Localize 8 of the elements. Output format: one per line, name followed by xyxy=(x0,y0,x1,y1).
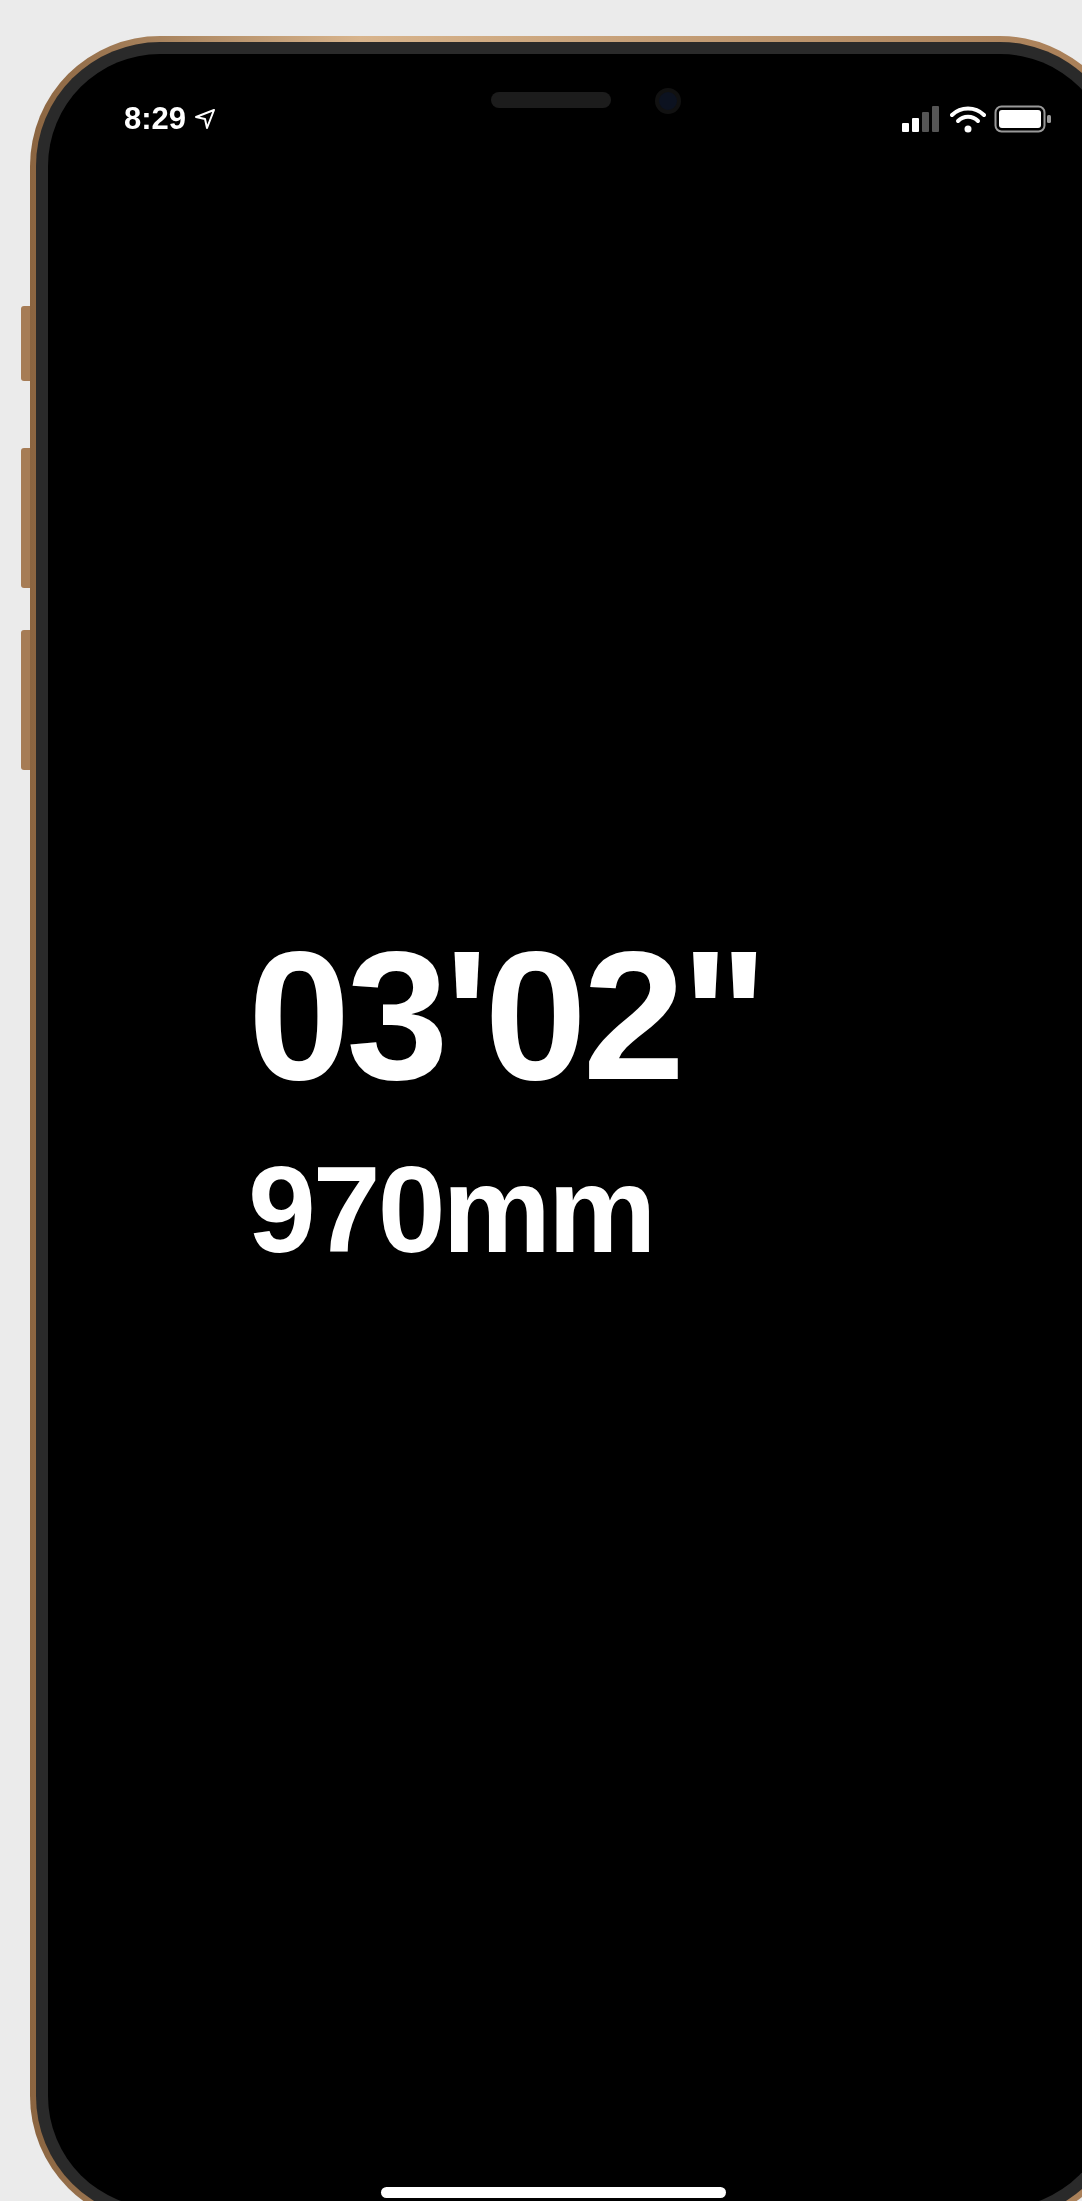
location-arrow-icon xyxy=(194,108,217,131)
wifi-icon xyxy=(950,105,986,134)
battery-icon xyxy=(994,105,1052,134)
elapsed-time: 03'02" xyxy=(248,922,765,1107)
status-time: 8:29 xyxy=(124,100,187,138)
distance-reading: 970mm xyxy=(248,1148,654,1271)
signal-icon xyxy=(902,106,942,133)
front-camera xyxy=(655,88,681,114)
